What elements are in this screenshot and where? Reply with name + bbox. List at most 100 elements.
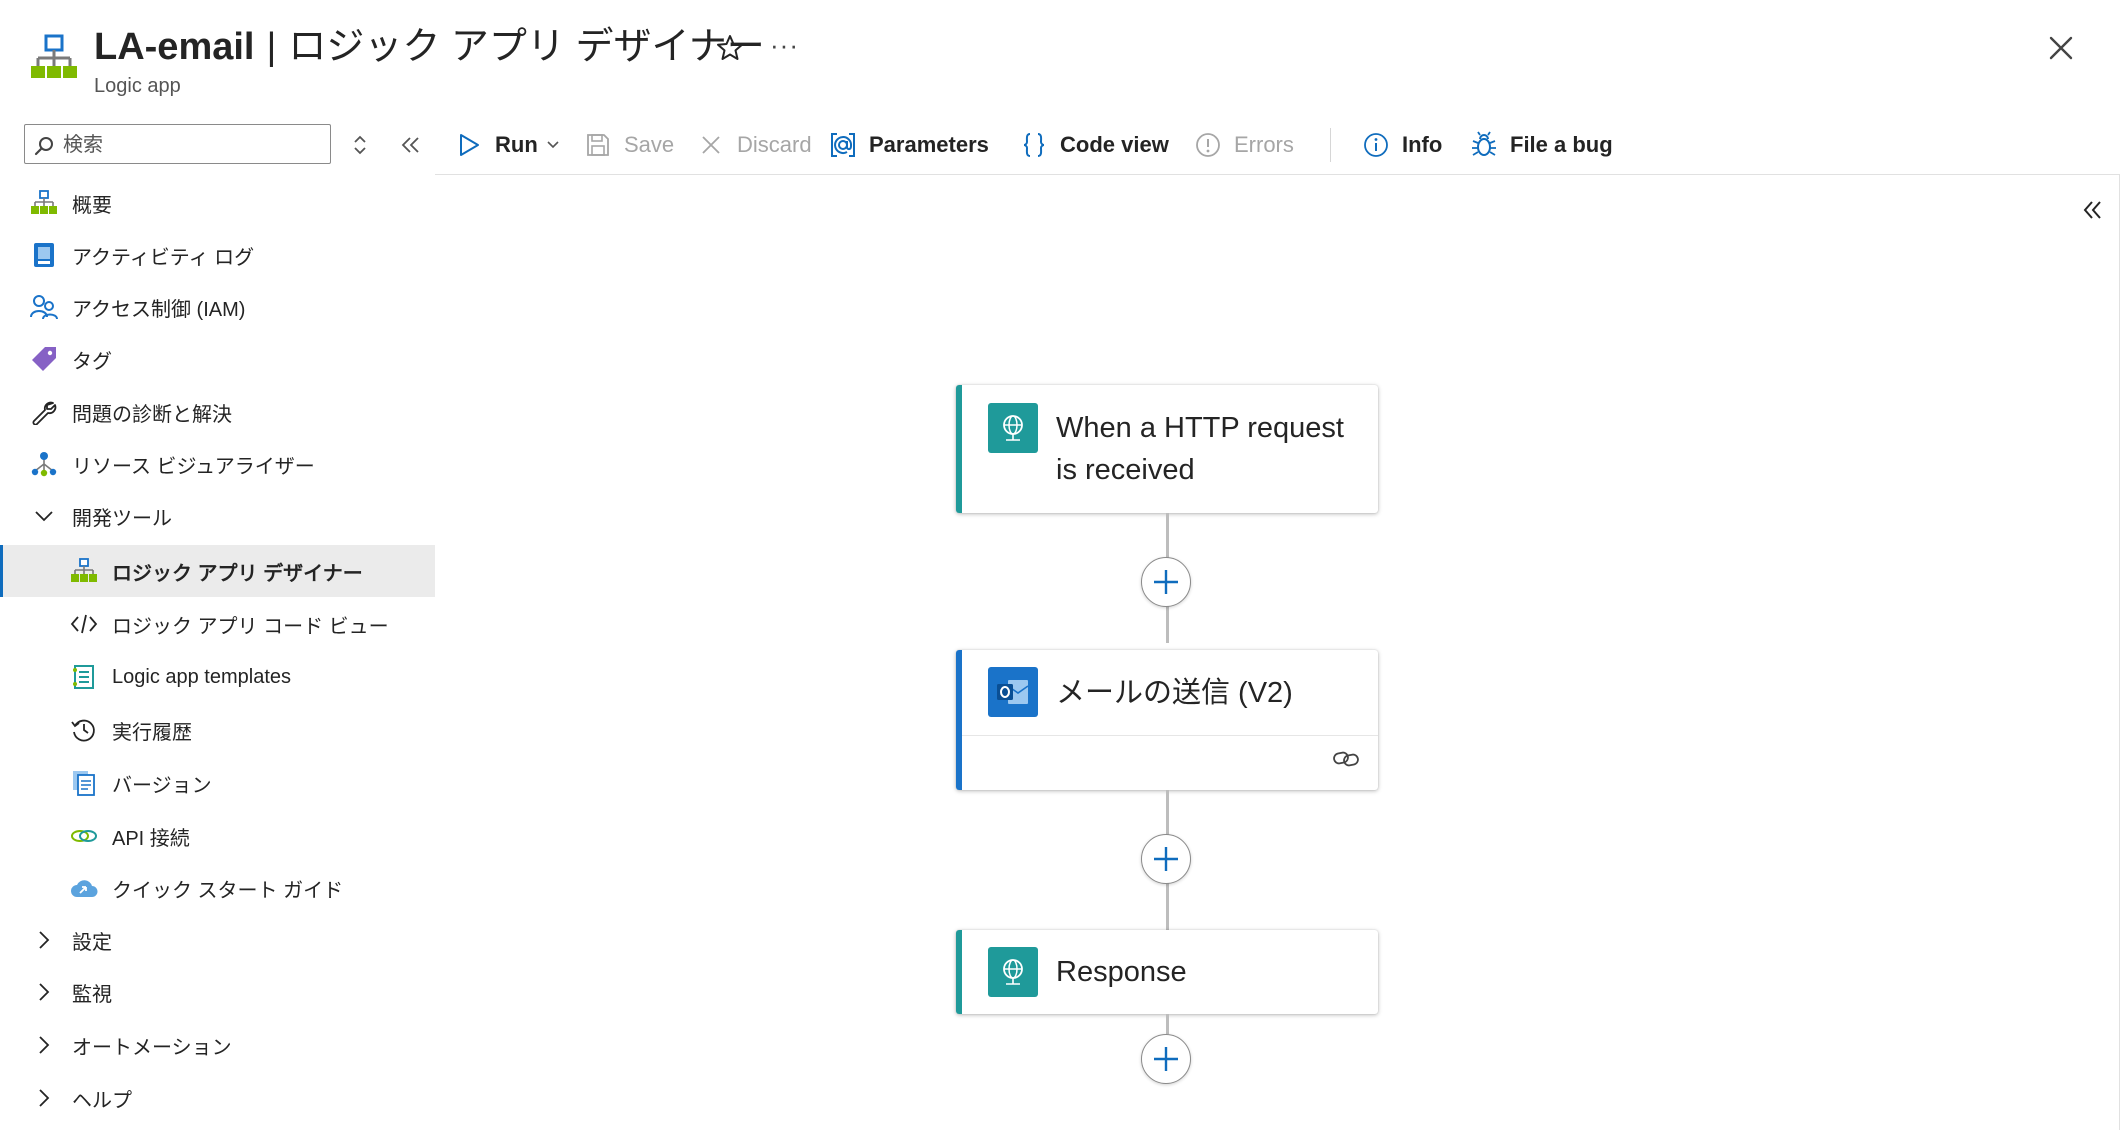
add-step-button[interactable] [1141,1034,1191,1084]
sidebar-item-label: アクティビティ ログ [72,246,255,269]
add-step-button[interactable] [1141,557,1191,607]
logic-app-icon [30,34,78,84]
info-button[interactable]: Info [1362,128,1442,162]
sidebar-item-logic-app-templates[interactable]: Logic app templates [0,651,435,703]
collapse-sidebar-icon[interactable] [398,132,422,158]
sidebar-item-quickstart[interactable]: クイック スタート ガイド [0,862,435,914]
errors-button[interactable]: Errors [1194,128,1294,162]
parameters-icon [829,131,857,159]
chevron-right-icon [30,978,58,1006]
close-icon[interactable] [2045,32,2077,64]
sidebar-item-label: 開発ツール [72,507,172,530]
sidebar-item-label: ヘルプ [72,1089,132,1112]
card-accent-bar [956,930,962,1014]
favorite-star-icon[interactable] [714,32,746,64]
sidebar-item-label: API 接続 [112,827,190,850]
chevron-down-icon [30,502,58,530]
run-label: Run [495,132,538,157]
wrench-icon [30,398,58,426]
braces-icon [1020,131,1048,159]
sidebar-item-api-connections[interactable]: API 接続 [0,810,435,862]
panel-border [2119,174,2120,1130]
sidebar-item-label: ロジック アプリ コード ビュー [112,615,389,638]
sidebar-group-settings[interactable]: 設定 [0,914,435,966]
sidebar-item-diagnose[interactable]: 問題の診断と解決 [0,386,435,438]
run-button[interactable]: Run [455,128,560,162]
sidebar-group-help[interactable]: ヘルプ [0,1072,435,1124]
sidebar-item-run-history[interactable]: 実行履歴 [0,704,435,756]
more-options-button[interactable]: ··· [770,30,799,61]
parameters-button[interactable]: Parameters [829,128,989,162]
sidebar-group-automation[interactable]: オートメーション [0,1019,435,1071]
chevron-right-icon [30,1031,58,1059]
sidebar-item-label: 問題の診断と解決 [72,403,232,426]
file-bug-button[interactable]: File a bug [1470,128,1613,162]
sidebar-group-dev-tools[interactable]: 開発ツール [0,490,435,542]
templates-icon [70,663,98,691]
file-bug-label: File a bug [1510,132,1613,157]
sidebar-item-access-control[interactable]: アクセス制御 (IAM) [0,281,435,333]
add-step-button[interactable] [1141,834,1191,884]
versions-icon [70,769,98,797]
activity-log-icon [30,241,58,269]
sidebar-item-activity-log[interactable]: アクティビティ ログ [0,229,435,281]
collapse-panel-icon[interactable] [2078,196,2106,224]
sidebar-item-logic-app-code-view[interactable]: ロジック アプリ コード ビュー [0,598,435,650]
trigger-title: When a HTTP request is received [1056,407,1344,491]
discard-label: Discard [737,132,812,157]
card-accent-bar [956,650,962,790]
toolbar-divider [1330,128,1331,162]
logic-app-icon [30,189,58,217]
code-icon [70,610,98,638]
sidebar-item-label: 監視 [72,983,112,1006]
tag-icon [30,345,58,373]
trigger-card-http-request[interactable]: When a HTTP request is received [956,385,1378,513]
page-subtitle: Logic app [94,75,181,97]
play-icon [455,131,483,159]
page-name: ロジック アプリ デザイナー [288,26,765,68]
connector-line [1166,1014,1169,1034]
sidebar-item-label: 概要 [72,194,112,217]
search-input[interactable] [61,129,325,161]
connection-link-icon[interactable] [1332,747,1360,771]
sidebar-item-label: アクセス制御 (IAM) [72,298,246,321]
sidebar-item-versions[interactable]: バージョン [0,757,435,809]
sidebar-item-label: オートメーション [72,1036,232,1059]
search-box[interactable] [24,124,331,164]
sidebar-group-monitoring[interactable]: 監視 [0,966,435,1018]
sidebar-item-resource-visualizer[interactable]: リソース ビジュアライザー [0,438,435,490]
action-card-response[interactable]: Response [956,930,1378,1014]
sort-icon[interactable] [350,132,370,158]
chevron-down-icon [546,140,560,150]
sidebar-item-logic-app-designer[interactable]: ロジック アプリ デザイナー [0,545,435,597]
outlook-icon [988,667,1038,717]
hierarchy-icon [30,450,58,478]
http-request-icon [988,403,1038,453]
sidebar-item-tags[interactable]: タグ [0,333,435,385]
search-icon [33,135,55,157]
response-title: Response [1056,956,1187,988]
save-label: Save [624,132,675,157]
code-view-button[interactable]: Code view [1020,128,1169,162]
save-button[interactable]: Save [584,128,674,162]
error-icon [1194,131,1222,159]
action-card-send-email[interactable]: メールの送信 (V2) [956,650,1378,790]
chevron-right-icon [30,1084,58,1112]
card-accent-bar [956,385,962,513]
sidebar-item-overview[interactable]: 概要 [0,177,435,229]
title-separator: | [266,26,277,68]
info-icon [1362,131,1390,159]
sidebar-item-label: リソース ビジュアライザー [72,455,315,478]
code-view-label: Code view [1060,132,1169,157]
people-icon [30,293,58,321]
resource-name: LA-email [94,26,255,68]
email-title: メールの送信 (V2) [1056,677,1293,709]
discard-x-icon [697,131,725,159]
http-response-icon [988,947,1038,997]
trigger-title-line2: is received [1056,454,1195,486]
discard-button[interactable]: Discard [697,128,812,162]
sidebar-item-label: クイック スタート ガイド [112,879,344,902]
link-icon [70,822,98,850]
trigger-title-line1: When a HTTP request [1056,412,1344,444]
sidebar-item-label: 設定 [72,931,112,954]
